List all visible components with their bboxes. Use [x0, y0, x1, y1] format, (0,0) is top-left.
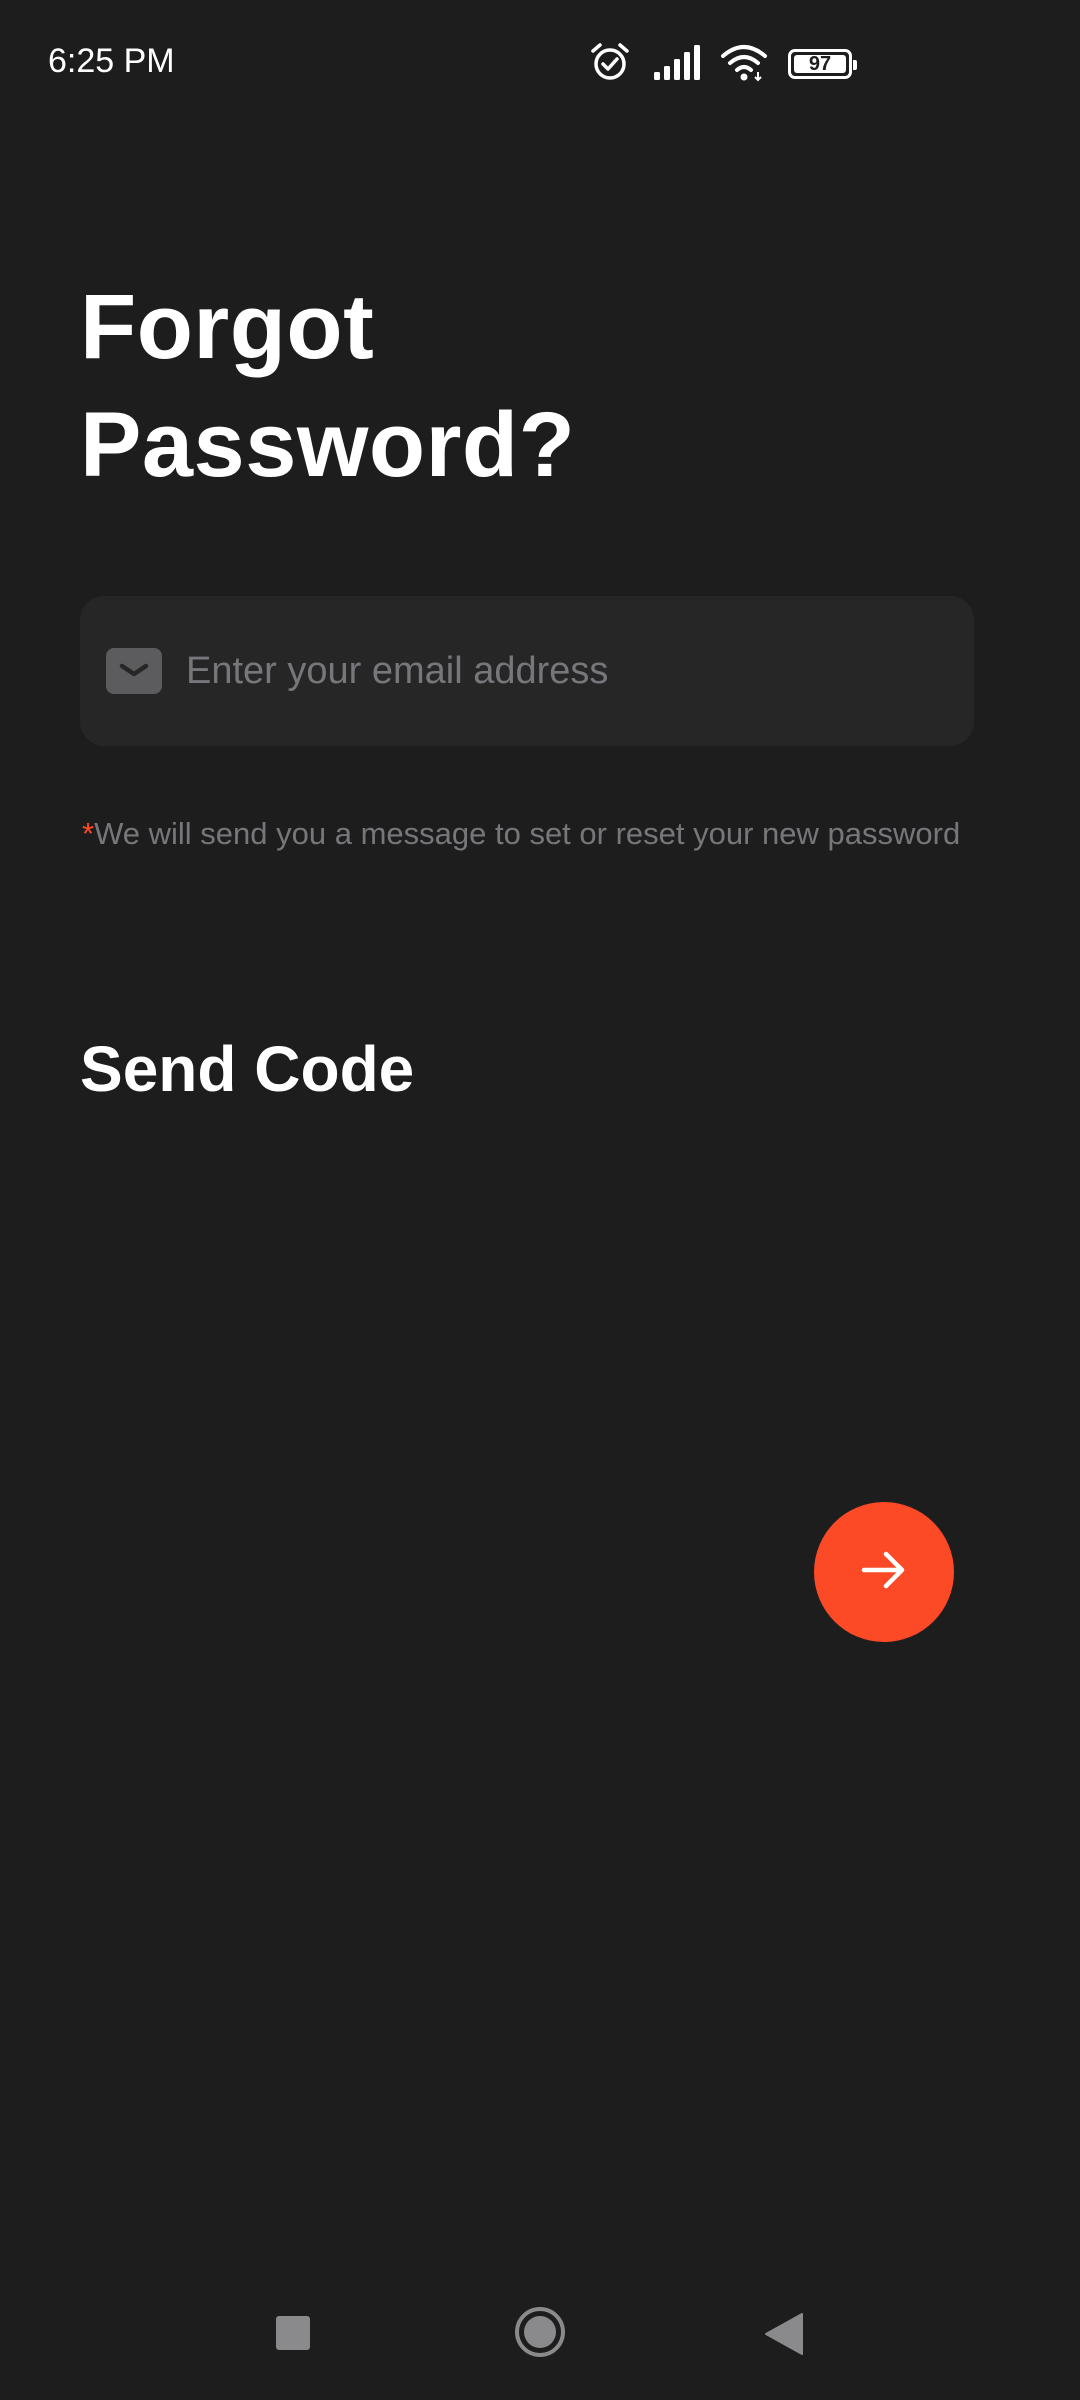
recents-button[interactable] [276, 2316, 310, 2350]
helper-text: We will send you a message to set or res… [94, 816, 961, 851]
page-title-line-1: Forgot [80, 276, 375, 378]
wifi-icon [720, 42, 768, 87]
email-input[interactable] [176, 626, 966, 716]
forgot-password-screen: 6:25 PM 97 Forgot Password? Enter your e… [0, 0, 1080, 2400]
battery-level: 97 [808, 53, 832, 75]
arrow-right-icon [856, 1542, 912, 1603]
send-code-label: Send Code [80, 1033, 415, 1105]
status-icons: 97 [588, 40, 857, 89]
battery-icon: 97 [788, 49, 857, 79]
page-title: Forgot Password? [80, 268, 575, 504]
helper-note: *We will send you a message to set or re… [82, 816, 960, 852]
email-field[interactable] [80, 596, 974, 746]
navigation-bar [0, 2280, 1080, 2400]
status-bar: 6:25 PM 97 [0, 0, 1080, 130]
alarm-icon [588, 40, 632, 89]
cellular-signal-icon [652, 42, 700, 87]
status-time: 6:25 PM [48, 42, 175, 80]
required-marker: * [82, 816, 95, 851]
send-code-button[interactable] [814, 1502, 954, 1642]
page-title-line-2: Password? [80, 394, 576, 496]
back-button[interactable] [764, 2312, 804, 2356]
home-button[interactable] [514, 2306, 566, 2358]
mail-icon [106, 648, 162, 694]
